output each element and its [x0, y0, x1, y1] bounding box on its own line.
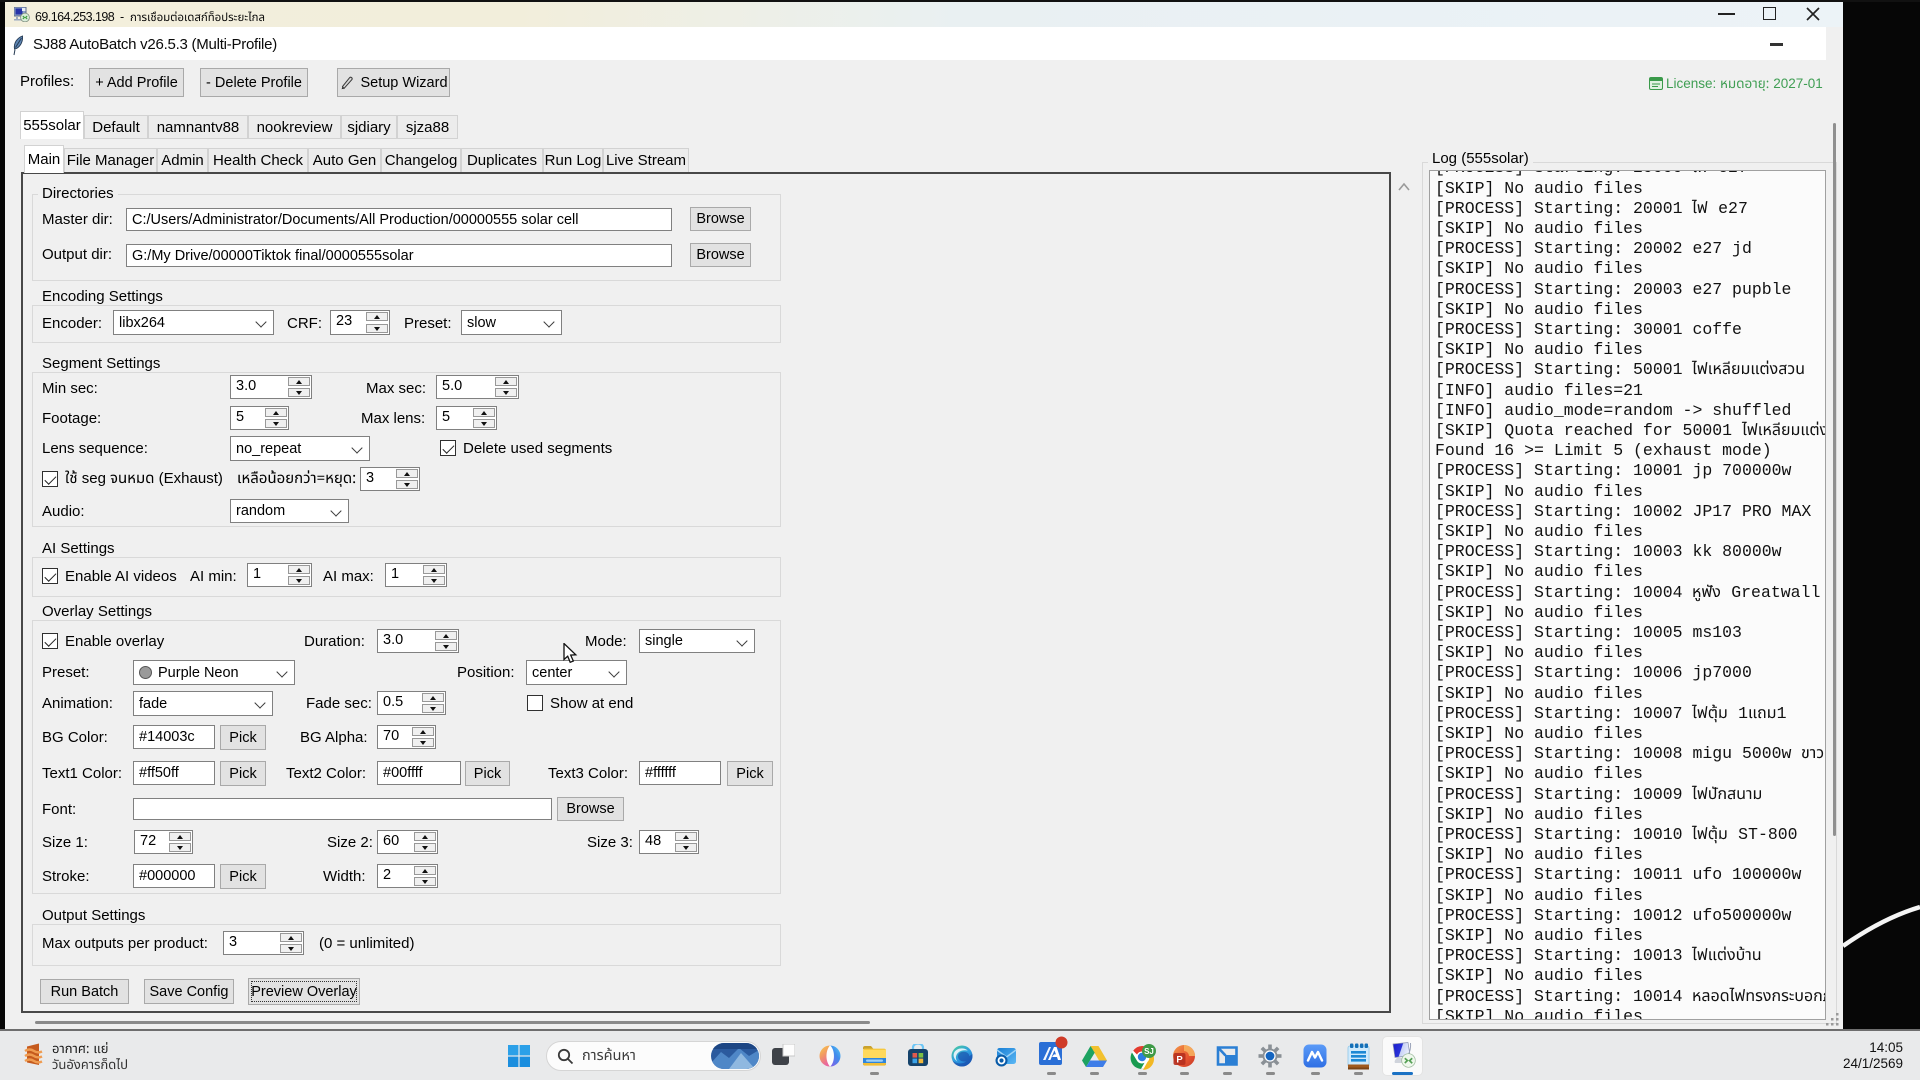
svg-text:SJ: SJ [1144, 1047, 1154, 1056]
svg-text:P: P [1176, 1055, 1183, 1066]
